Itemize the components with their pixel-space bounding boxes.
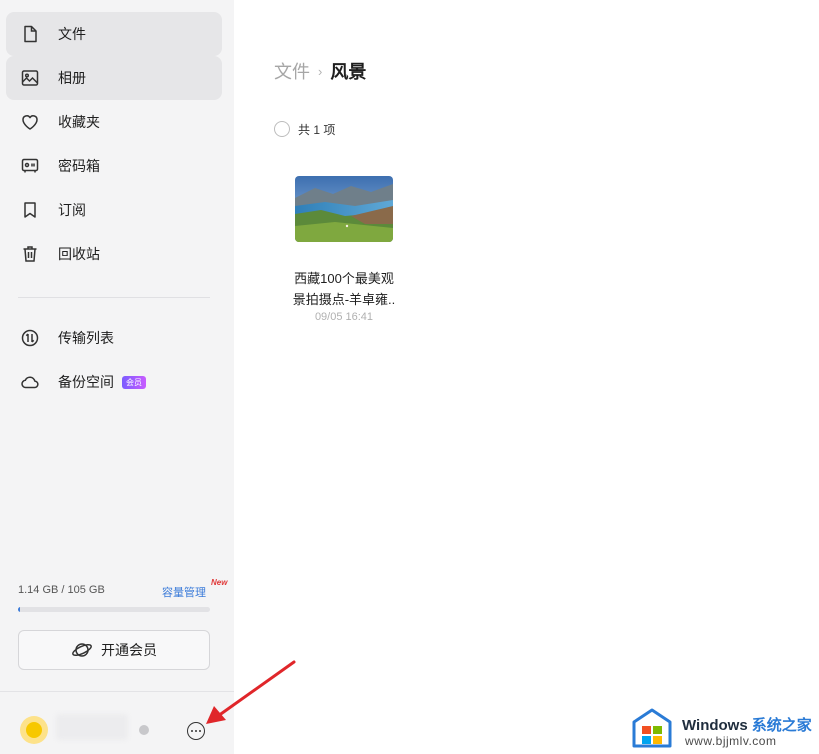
sidebar-item-label: 回收站 xyxy=(58,246,100,262)
username-blurred xyxy=(56,714,128,740)
image-thumbnail[interactable] xyxy=(295,176,393,242)
breadcrumb-current: 风景 xyxy=(330,62,367,82)
sidebar-item-files[interactable]: 文件 xyxy=(6,12,222,56)
status-icon xyxy=(139,725,149,735)
sidebar-item-safe[interactable]: 密码箱 xyxy=(6,144,222,188)
sidebar-item-albums[interactable]: 相册 xyxy=(6,56,222,100)
sidebar-item-favorites[interactable]: 收藏夹 xyxy=(6,100,222,144)
sidebar-item-label: 备份空间 xyxy=(58,374,114,390)
trash-icon xyxy=(18,242,42,266)
safe-icon xyxy=(18,154,42,178)
sidebar-divider xyxy=(18,297,210,298)
vip-badge: 会员 xyxy=(122,375,146,389)
planet-icon xyxy=(72,643,92,657)
file-card[interactable]: 西藏100个最美观 景拍摄点-羊卓雍.. 09/05 16:41 xyxy=(288,168,400,323)
file-name: 西藏100个最美观 景拍摄点-羊卓雍.. xyxy=(288,268,400,310)
file-name-line: 西藏100个最美观 xyxy=(294,271,394,286)
breadcrumb-separator: › xyxy=(318,63,323,79)
more-dot xyxy=(199,730,201,732)
sidebar-item-backup[interactable]: 备份空间 会员 xyxy=(6,360,222,404)
watermark-brand-en: Windows xyxy=(682,717,748,734)
footer-divider xyxy=(0,691,234,692)
avatar[interactable] xyxy=(20,716,48,744)
select-all-checkbox[interactable] xyxy=(274,121,290,137)
more-dot xyxy=(191,730,193,732)
sidebar-item-label: 相册 xyxy=(58,70,86,86)
sidebar-item-label: 文件 xyxy=(58,26,86,42)
storage-progress-bar xyxy=(18,607,210,612)
storage-used-text: 1.14 GB / 105 GB xyxy=(18,584,105,596)
sidebar-item-label: 密码箱 xyxy=(58,158,100,174)
heart-icon xyxy=(18,110,42,134)
breadcrumb-parent[interactable]: 文件 xyxy=(274,58,310,84)
cloud-icon xyxy=(18,370,42,394)
main-content: 文件 › 风景 共 1 项 西藏100个最美观 景拍摄点-羊卓雍.. 09/05… xyxy=(234,0,819,754)
storage-manage-link[interactable]: 容量管理 xyxy=(162,584,206,600)
watermark-url: www.bjjmlv.com xyxy=(685,734,777,748)
sidebar-item-subscriptions[interactable]: 订阅 xyxy=(6,188,222,232)
sidebar: 文件 相册 收藏夹 密码箱 订阅 回收站 传输列表 备份空间 会员 1.14 G… xyxy=(0,0,234,754)
more-dot xyxy=(195,730,197,732)
sidebar-item-label: 收藏夹 xyxy=(58,114,100,130)
watermark-brand-cn: 系统之家 xyxy=(751,717,812,734)
breadcrumb: 文件 › 风景 xyxy=(274,58,366,84)
file-name-line: 景拍摄点-羊卓雍.. xyxy=(292,292,396,307)
file-icon xyxy=(18,22,42,46)
item-count: 共 1 项 xyxy=(298,123,336,137)
watermark-brand: Windows 系统之家 xyxy=(682,714,812,735)
annotation-arrow xyxy=(206,660,296,724)
sidebar-item-label: 传输列表 xyxy=(58,330,114,346)
open-vip-label: 开通会员 xyxy=(101,642,157,658)
new-badge: New xyxy=(211,578,228,587)
bookmark-icon xyxy=(18,198,42,222)
transfer-icon xyxy=(18,326,42,350)
sidebar-item-transfers[interactable]: 传输列表 xyxy=(6,316,222,360)
watermark: Windows 系统之家 www.bjjmlv.com xyxy=(630,704,816,752)
photo-icon xyxy=(18,66,42,90)
windows-logo-icon xyxy=(632,708,672,748)
sidebar-item-trash[interactable]: 回收站 xyxy=(6,232,222,276)
open-vip-button[interactable]: 开通会员 xyxy=(18,630,210,670)
file-modified-time: 09/05 16:41 xyxy=(314,311,374,323)
sidebar-item-label: 订阅 xyxy=(58,202,86,218)
storage-progress-fill xyxy=(18,607,21,612)
